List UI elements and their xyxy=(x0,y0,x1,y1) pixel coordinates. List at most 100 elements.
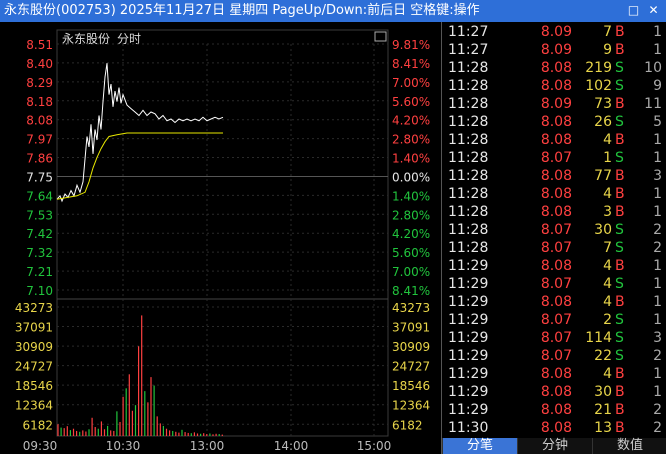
price-axis-label: 7.64 xyxy=(26,189,53,203)
tick-row[interactable]: 11:28 8.07 7 S 2 xyxy=(442,239,666,257)
tick-row[interactable]: 11:28 8.08 26 S 5 xyxy=(442,113,666,131)
tick-time: 11:29 xyxy=(448,348,489,364)
tab-ticks[interactable]: 分笔 xyxy=(442,438,517,454)
tick-side: B xyxy=(615,24,625,40)
tick-row[interactable]: 11:28 8.08 102 S 9 xyxy=(442,77,666,95)
tick-volume: 4 xyxy=(603,186,612,202)
price-axis-label: 8.51 xyxy=(26,38,53,52)
volume-axis-label: 37091 xyxy=(15,321,53,335)
tab-minutes[interactable]: 分钟 xyxy=(517,438,592,454)
price-axis-label: 7.97 xyxy=(26,133,53,147)
tick-price: 8.08 xyxy=(540,420,572,436)
time-axis-label: 09:30 xyxy=(23,439,58,453)
tick-time: 11:29 xyxy=(448,366,489,382)
tick-row[interactable]: 11:29 8.07 114 S 3 xyxy=(442,329,666,347)
window-title: 永东股份(002753) 2025年11月27日 星期四 PageUp/Down… xyxy=(4,3,480,18)
tick-time: 11:29 xyxy=(448,276,489,292)
tick-price: 8.08 xyxy=(540,60,572,76)
tick-volume: 22 xyxy=(594,348,612,364)
tick-price: 8.08 xyxy=(540,402,572,418)
tick-tabs: 分笔 分钟 数值 xyxy=(442,438,666,454)
tick-row[interactable]: 11:27 8.09 9 B 1 xyxy=(442,41,666,59)
chart-settings-icon xyxy=(374,31,387,42)
tick-price: 8.08 xyxy=(540,204,572,220)
tick-volume: 4 xyxy=(603,294,612,310)
tick-count: 3 xyxy=(653,330,662,346)
tick-side: B xyxy=(615,420,625,436)
tick-time: 11:28 xyxy=(448,78,489,94)
tick-row[interactable]: 11:27 8.09 7 B 1 xyxy=(442,23,666,41)
tick-volume: 3 xyxy=(603,204,612,220)
tick-volume: 7 xyxy=(603,240,612,256)
tick-time: 11:28 xyxy=(448,222,489,238)
tick-side: B xyxy=(615,384,625,400)
close-icon[interactable]: ✕ xyxy=(646,3,661,18)
restore-icon[interactable]: □ xyxy=(626,3,641,18)
tick-volume: 26 xyxy=(594,114,612,130)
tick-row[interactable]: 11:29 8.08 21 B 2 xyxy=(442,401,666,419)
tick-time: 11:29 xyxy=(448,330,489,346)
tick-list[interactable]: 11:27 8.09 7 B 1 11:27 8.09 9 B 1 11:28 8.08 219 S 10 1… xyxy=(442,22,666,438)
tick-volume: 219 xyxy=(585,60,612,76)
tick-time: 11:29 xyxy=(448,258,489,274)
price-axis-label: 8.08 xyxy=(26,114,53,128)
pct-axis-label: 1.40% xyxy=(392,189,430,203)
tick-row[interactable]: 11:28 8.08 219 S 10 xyxy=(442,59,666,77)
tick-count: 1 xyxy=(653,384,662,400)
tick-count: 1 xyxy=(653,42,662,58)
pct-axis-label: 4.20% xyxy=(392,114,430,128)
tick-price: 8.07 xyxy=(540,150,572,166)
tick-row[interactable]: 11:29 8.08 4 B 1 xyxy=(442,293,666,311)
tick-side: B xyxy=(615,96,625,112)
tick-row[interactable]: 11:30 8.08 13 B 2 xyxy=(442,419,666,437)
tick-volume: 2 xyxy=(603,312,612,328)
tick-row[interactable]: 11:29 8.07 4 S 1 xyxy=(442,275,666,293)
tick-price: 8.07 xyxy=(540,276,572,292)
tick-price: 8.07 xyxy=(540,222,572,238)
tick-time: 11:28 xyxy=(448,96,489,112)
price-axis-label: 8.18 xyxy=(26,95,53,109)
tick-volume: 4 xyxy=(603,258,612,274)
tick-price: 8.09 xyxy=(540,42,572,58)
tick-volume: 7 xyxy=(603,24,612,40)
tick-row[interactable]: 11:29 8.07 2 S 1 xyxy=(442,311,666,329)
tick-row[interactable]: 11:29 8.08 4 B 1 xyxy=(442,257,666,275)
tick-row[interactable]: 11:28 8.07 1 S 1 xyxy=(442,149,666,167)
tick-row[interactable]: 11:28 8.08 3 B 1 xyxy=(442,203,666,221)
tick-side: B xyxy=(615,132,625,148)
tick-side: S xyxy=(615,276,624,292)
tick-side: S xyxy=(615,312,624,328)
tick-row[interactable]: 11:29 8.08 30 B 1 xyxy=(442,383,666,401)
volume-axis-label: 24727 xyxy=(15,360,53,374)
tick-volume: 73 xyxy=(594,96,612,112)
tick-row[interactable]: 11:28 8.08 77 B 3 xyxy=(442,167,666,185)
tick-time: 11:27 xyxy=(448,24,489,40)
tick-row[interactable]: 11:28 8.08 4 B 1 xyxy=(442,131,666,149)
tick-count: 3 xyxy=(653,168,662,184)
tick-row[interactable]: 11:28 8.09 73 B 11 xyxy=(442,95,666,113)
tick-count: 9 xyxy=(653,78,662,94)
tick-volume: 30 xyxy=(594,384,612,400)
tick-volume: 9 xyxy=(603,42,612,58)
tick-row[interactable]: 11:28 8.08 4 B 1 xyxy=(442,185,666,203)
tick-count: 1 xyxy=(653,150,662,166)
tick-row[interactable]: 11:29 8.07 22 S 2 xyxy=(442,347,666,365)
tick-count: 1 xyxy=(653,24,662,40)
tick-count: 2 xyxy=(653,420,662,436)
tick-volume: 4 xyxy=(603,132,612,148)
intraday-chart[interactable]: 永东股份 分时8.51 9.81%8.40 8.41%8.29 7.00%8.18 5.6… xyxy=(0,22,442,454)
tick-volume: 1 xyxy=(603,150,612,166)
time-axis-label: 13:00 xyxy=(190,439,225,453)
tick-row[interactable]: 11:28 8.07 30 S 2 xyxy=(442,221,666,239)
tick-price: 8.08 xyxy=(540,132,572,148)
pct-axis-label: 2.80% xyxy=(392,208,430,222)
tab-values[interactable]: 数值 xyxy=(592,438,666,454)
tick-side: S xyxy=(615,330,624,346)
pct-axis-label: 5.60% xyxy=(392,95,430,109)
tick-row[interactable]: 11:29 8.08 4 B 1 xyxy=(442,365,666,383)
volume-axis-label: 12364 xyxy=(15,399,53,413)
tick-volume: 30 xyxy=(594,222,612,238)
pct-axis-label: 7.00% xyxy=(392,265,430,279)
tick-count: 1 xyxy=(653,276,662,292)
volume-axis-label-right: 37091 xyxy=(392,321,430,335)
